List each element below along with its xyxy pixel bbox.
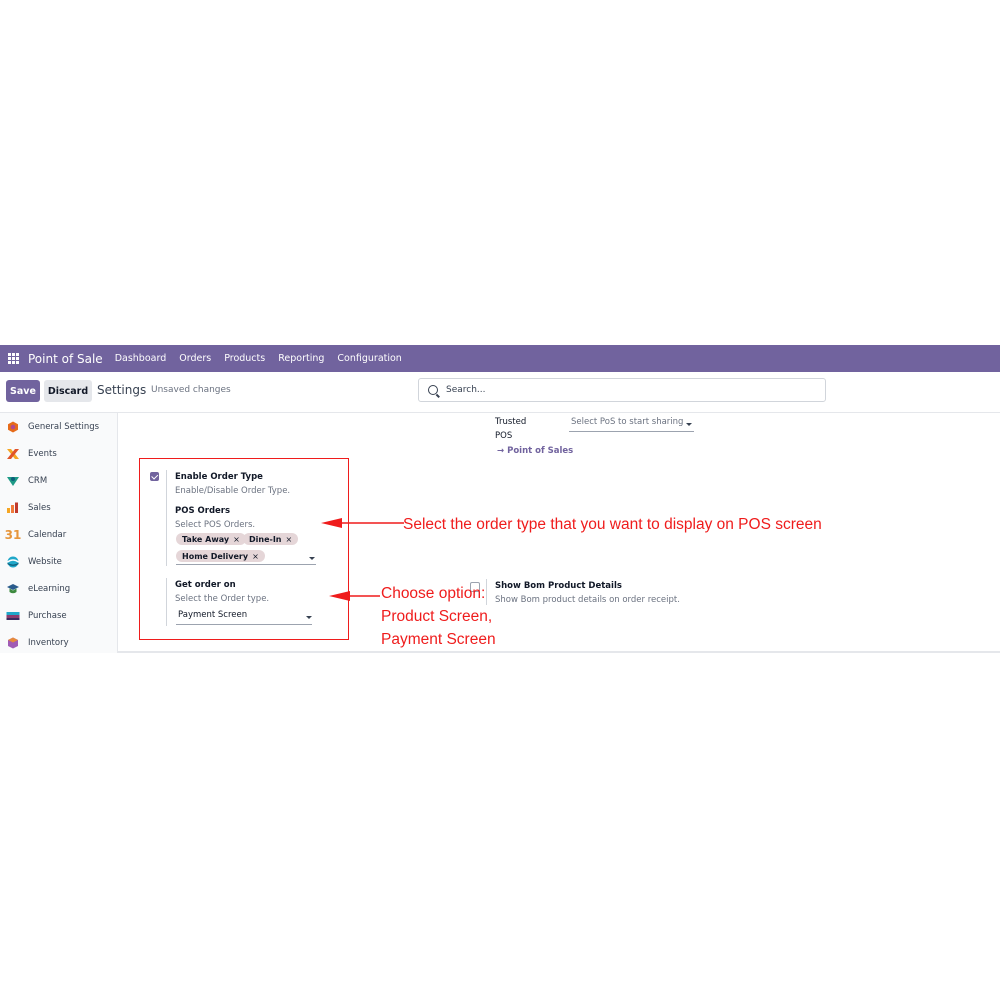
control-panel: Save Discard Settings Unsaved changes: [0, 372, 1000, 413]
get-order-on-desc: Select the Order type.: [175, 594, 270, 604]
save-button[interactable]: Save: [6, 380, 40, 402]
crm-icon: [6, 475, 20, 487]
setting-divider: [166, 578, 167, 626]
sidebar-item-website[interactable]: Website: [6, 554, 62, 570]
annotation-text-one: Select the order type that you want to d…: [403, 516, 822, 533]
trusted-pos-select[interactable]: Select PoS to start sharing: [569, 417, 694, 432]
events-icon: [6, 448, 20, 460]
chevron-down-icon: [686, 423, 692, 426]
enable-order-type-checkbox[interactable]: [150, 472, 159, 481]
tag-label: Dine-In: [249, 534, 282, 544]
sidebar-item-calendar[interactable]: 31 Calendar: [4, 527, 67, 543]
chevron-down-icon: [306, 616, 312, 619]
settings-sidebar: General Settings Events CRM Sales 31 Cal…: [0, 413, 118, 653]
enable-order-type-desc: Enable/Disable Order Type.: [175, 486, 291, 496]
top-navbar: Point of Sale Dashboard Orders Products …: [0, 345, 1000, 372]
nav-orders[interactable]: Orders: [179, 353, 211, 364]
annotation-arrow-two: [329, 591, 380, 601]
show-bom-details-title: Show Bom Product Details: [495, 581, 622, 591]
sidebar-item-label: eLearning: [28, 584, 71, 594]
pos-orders-label: POS Orders: [175, 506, 231, 516]
sidebar-item-label: General Settings: [28, 422, 100, 432]
setting-divider: [486, 579, 487, 605]
annotation-text-two-line3: Payment Screen: [381, 631, 496, 648]
trusted-pos-select-placeholder: Select PoS to start sharing: [571, 417, 684, 427]
purchase-icon: [6, 610, 20, 622]
settings-hex-icon: [6, 421, 20, 433]
sidebar-item-events[interactable]: Events: [6, 446, 57, 462]
nav-dashboard[interactable]: Dashboard: [115, 353, 167, 364]
sidebar-item-elearning[interactable]: eLearning: [6, 581, 70, 597]
get-order-on-value: Payment Screen: [178, 610, 248, 620]
calendar-icon: 31: [4, 528, 22, 542]
tag-dine-in: Dine-In ×: [243, 533, 299, 545]
get-order-on-select[interactable]: Payment Screen: [176, 609, 312, 625]
sales-icon: [6, 502, 20, 514]
trusted-pos-label-line1: Trusted: [495, 417, 527, 427]
annotation-text-two-line1: Choose option:: [381, 585, 486, 602]
show-bom-details-desc: Show Bom product details on order receip…: [495, 595, 680, 605]
search-icon: [428, 385, 438, 395]
sidebar-item-label: Calendar: [28, 530, 67, 540]
search-box[interactable]: [418, 378, 826, 402]
remove-tag-icon[interactable]: ×: [286, 535, 293, 544]
elearning-icon: [6, 583, 20, 595]
pos-orders-desc: Select POS Orders.: [175, 520, 256, 530]
pos-orders-select[interactable]: [176, 550, 316, 565]
nav-reporting[interactable]: Reporting: [278, 353, 324, 364]
sidebar-item-label: Sales: [28, 503, 51, 513]
enable-order-type-title: Enable Order Type: [175, 472, 263, 482]
arrow-right-icon: →: [497, 446, 505, 456]
page-title: Settings: [97, 383, 147, 397]
nav-products[interactable]: Products: [224, 353, 265, 364]
sidebar-item-inventory[interactable]: Inventory: [6, 635, 69, 651]
annotation-text-two-line2: Product Screen,: [381, 608, 493, 625]
get-order-on-label: Get order on: [175, 580, 236, 590]
sidebar-item-label: Website: [28, 557, 62, 567]
annotation-arrow-one: [321, 518, 404, 528]
search-input[interactable]: [444, 384, 808, 396]
setting-divider: [166, 470, 167, 566]
sidebar-item-general-settings[interactable]: General Settings: [6, 419, 99, 435]
sidebar-item-sales[interactable]: Sales: [6, 500, 51, 516]
remove-tag-icon[interactable]: ×: [233, 535, 240, 544]
discard-button[interactable]: Discard: [44, 380, 92, 402]
trusted-pos-label-line2: POS: [495, 431, 513, 441]
tag-label: Take Away: [182, 534, 230, 544]
sidebar-item-purchase[interactable]: Purchase: [6, 608, 67, 624]
sidebar-item-crm[interactable]: CRM: [6, 473, 47, 489]
chevron-down-icon: [309, 557, 315, 560]
website-icon: [6, 556, 20, 568]
apps-grid-icon[interactable]: [8, 352, 20, 365]
sidebar-item-label: Events: [28, 449, 57, 459]
nav-configuration[interactable]: Configuration: [337, 353, 401, 364]
point-of-sales-link[interactable]: → Point of Sales: [497, 446, 573, 456]
sidebar-item-label: Inventory: [28, 638, 69, 648]
point-of-sales-link-label: Point of Sales: [507, 446, 574, 456]
content-bottom-border: [118, 651, 1000, 653]
sidebar-item-label: CRM: [28, 476, 48, 486]
sidebar-item-label: Purchase: [28, 611, 67, 621]
app-frame: Point of Sale Dashboard Orders Products …: [0, 345, 1000, 655]
app-title[interactable]: Point of Sale: [28, 352, 103, 366]
inventory-icon: [6, 637, 20, 649]
tag-take-away: Take Away ×: [176, 533, 246, 545]
unsaved-status: Unsaved changes: [151, 385, 231, 395]
